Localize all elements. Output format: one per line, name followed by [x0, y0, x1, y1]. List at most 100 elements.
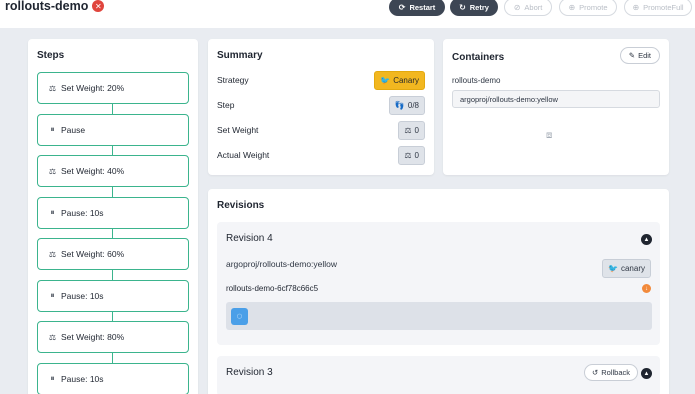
step-label: Set Weight: 60% [61, 249, 125, 259]
container-image-field: argoproj/rollouts-demo:yellow [452, 90, 660, 108]
step-item[interactable]: ⏸ Pause [37, 114, 189, 146]
replicaset-name: rollouts-demo-6cf78c66c5 [226, 284, 319, 293]
chevron-up-icon[interactable]: ▲ [641, 368, 652, 379]
step-label: Set Weight: 40% [61, 166, 125, 176]
cubes-icon: ⧈ [546, 130, 553, 141]
steps-panel: Steps ⚖ Set Weight: 20% ⏸ Pause ⚖ Set We… [28, 39, 198, 394]
balance-scale-icon: ⚖ [404, 150, 412, 160]
promote-full-label: PromoteFull [643, 2, 684, 12]
weight-icon: ⚖ [48, 166, 57, 176]
step-connector [112, 146, 113, 155]
retry-button[interactable]: ↻ Retry [450, 0, 498, 16]
actual-weight-value: 0 [414, 150, 419, 160]
step-connector [112, 229, 113, 238]
step-item[interactable]: ⚖ Set Weight: 20% [37, 72, 189, 104]
step-label: Set Weight: 80% [61, 332, 125, 342]
step-value: 0/8 [407, 100, 419, 110]
header-bar: rollouts-demo ✕ ⟳ Restart ↻ Retry ⊘ Abor… [0, 0, 695, 20]
step-connector [112, 104, 113, 114]
step-label: Set Weight: 20% [61, 83, 125, 93]
step-connector [112, 312, 113, 321]
summary-label: Strategy [217, 75, 249, 85]
error-icon: ✕ [92, 0, 105, 12]
canary-badge-label: canary [620, 264, 645, 273]
revision-title: Revision 4 [226, 233, 273, 244]
promote-button[interactable]: ⊕ Promote [559, 0, 617, 16]
step-connector [112, 187, 113, 197]
rollback-button[interactable]: ↺ Rollback [583, 364, 638, 381]
promote-icon: ⊕ [568, 2, 576, 12]
promote-full-button[interactable]: ⊕ PromoteFull [624, 0, 692, 16]
abort-button[interactable]: ⊘ Abort [504, 0, 552, 16]
revision-title: Revision 3 [226, 367, 273, 378]
rollout-title: rollouts-demo ✕ [5, 0, 105, 13]
canary-icon: 🐦 [608, 264, 618, 273]
step-item[interactable]: ⚖ Set Weight: 60% [37, 238, 189, 270]
summary-panel: Summary Strategy 🐦 Canary Step 👣 0/8 Set… [208, 39, 434, 175]
undo-icon: ↺ [591, 368, 599, 377]
promote-full-icon: ⊕ [632, 2, 640, 12]
pods-row: ◌ [226, 302, 652, 330]
restart-label: Restart [409, 2, 436, 12]
chevron-up-icon[interactable]: ▲ [641, 234, 652, 245]
weight-icon: ⚖ [48, 332, 57, 342]
step-connector [112, 270, 113, 280]
summary-row-strategy: Strategy 🐦 Canary [217, 70, 425, 90]
replicaset-status-icon: ↓ [642, 284, 651, 293]
step-item[interactable]: ⏸ Pause: 10s [37, 197, 189, 229]
shoe-prints-icon: 👣 [394, 100, 405, 110]
step-label: Pause: 10s [61, 208, 104, 218]
edit-button[interactable]: ✎ Edit [619, 47, 660, 64]
summary-label: Set Weight [217, 125, 259, 135]
revision-item: Revision 3 ↺ Rollback ▲ [217, 356, 660, 394]
step-connector [112, 353, 113, 363]
summary-row-step: Step 👣 0/8 [217, 95, 425, 115]
abort-label: Abort [524, 2, 543, 12]
step-label: Pause: 10s [61, 374, 104, 384]
revisions-panel: Revisions Revision 4 ▲ argoproj/rollouts… [208, 189, 669, 394]
step-item[interactable]: ⚖ Set Weight: 40% [37, 155, 189, 187]
actual-weight-badge: ⚖ 0 [398, 145, 425, 165]
containers-title: Containers [452, 52, 505, 63]
abort-icon: ⊘ [513, 2, 521, 12]
retry-icon: ↻ [459, 2, 466, 12]
weight-icon: ⚖ [48, 249, 57, 259]
summary-row-actual-weight: Actual Weight ⚖ 0 [217, 145, 425, 165]
weight-icon: ⚖ [48, 83, 57, 93]
pause-icon: ⏸ [50, 291, 55, 300]
step-label: Pause: 10s [61, 291, 104, 301]
strategy-badge: 🐦 Canary [374, 70, 425, 90]
promote-label: Promote [579, 2, 608, 12]
pause-icon: ⏸ [50, 374, 55, 383]
revision-image: argoproj/rollouts-demo:yellow [226, 259, 338, 269]
strategy-value: Canary [393, 75, 419, 85]
revision-item: Revision 4 ▲ argoproj/rollouts-demo:yell… [217, 222, 660, 345]
step-item[interactable]: ⏸ Pause: 10s [37, 280, 189, 312]
pause-icon: ⏸ [50, 208, 55, 217]
revisions-title: Revisions [217, 200, 265, 211]
steps-title: Steps [37, 50, 65, 61]
summary-label: Step [217, 100, 235, 110]
step-badge: 👣 0/8 [388, 95, 425, 115]
canary-icon: 🐦 [380, 75, 391, 85]
canary-badge: 🐦 canary [602, 259, 651, 278]
step-item[interactable]: ⏸ Pause: 10s [37, 363, 189, 394]
retry-label: Retry [469, 2, 489, 12]
balance-scale-icon: ⚖ [404, 125, 412, 135]
pod-icon[interactable]: ◌ [231, 308, 248, 325]
rollout-name: rollouts-demo [5, 0, 89, 13]
summary-row-set-weight: Set Weight ⚖ 0 [217, 120, 425, 140]
summary-label: Actual Weight [217, 150, 270, 160]
step-item[interactable]: ⚖ Set Weight: 80% [37, 321, 189, 353]
rollback-label: Rollback [601, 368, 630, 377]
container-name: rollouts-demo [452, 76, 501, 85]
restart-button[interactable]: ⟳ Restart [389, 0, 445, 16]
containers-panel: Containers ✎ Edit rollouts-demo argoproj… [443, 39, 669, 175]
pencil-icon: ✎ [628, 51, 636, 60]
set-weight-value: 0 [414, 125, 419, 135]
summary-title: Summary [217, 50, 263, 61]
set-weight-badge: ⚖ 0 [398, 120, 425, 140]
pause-icon: ⏸ [50, 125, 55, 134]
restart-icon: ⟳ [398, 2, 406, 12]
step-label: Pause [61, 125, 86, 135]
